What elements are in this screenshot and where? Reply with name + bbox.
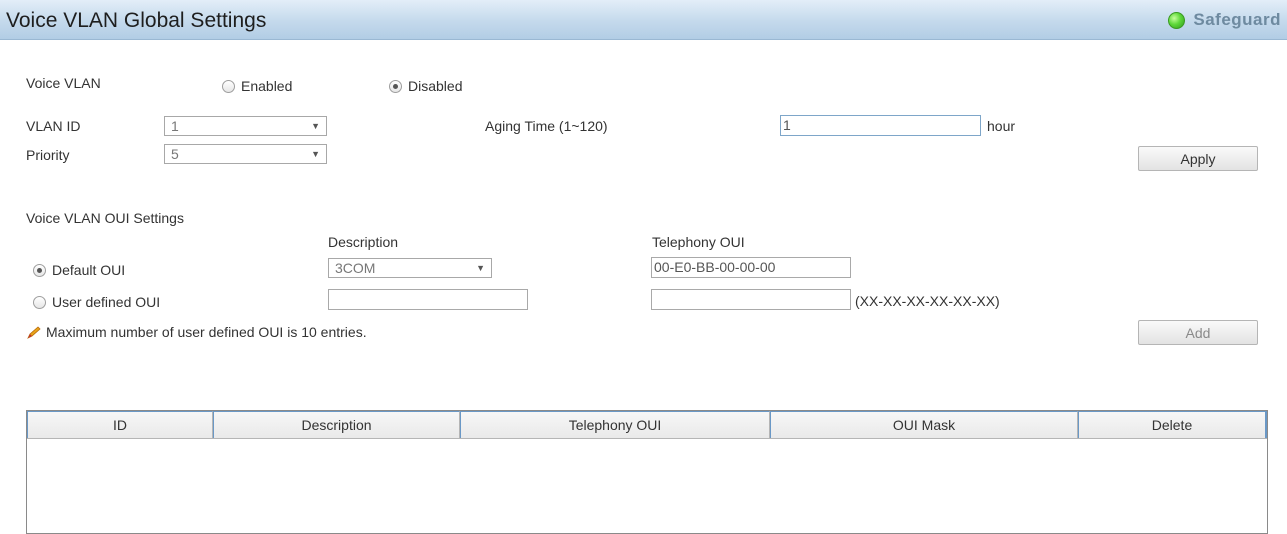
default-description-select[interactable]: 3COM ▼ <box>328 258 492 278</box>
oui-table: ID Description Telephony OUI OUI Mask De… <box>26 410 1268 534</box>
radio-checked-icon <box>33 263 46 277</box>
voice-vlan-enabled-radio[interactable]: Enabled <box>222 78 292 94</box>
aging-unit-label: hour <box>987 118 1016 134</box>
enabled-label: Enabled <box>241 78 293 94</box>
table-body <box>27 439 1267 533</box>
user-defined-oui-radio[interactable]: User defined OUI <box>33 294 160 310</box>
telephony-oui-header: Telephony OUI <box>652 234 745 250</box>
oui-limit-note-text: Maximum number of user defined OUI is 10… <box>46 324 367 340</box>
column-header-description: Description <box>213 411 460 438</box>
safeguard-indicator[interactable]: Safeguard <box>1168 10 1281 30</box>
section-divider <box>33 359 1250 360</box>
voice-vlan-disabled-radio[interactable]: Disabled <box>389 78 462 94</box>
vlan-id-label: VLAN ID <box>26 118 81 134</box>
add-button[interactable]: Add <box>1138 320 1258 345</box>
column-header-id: ID <box>27 411 213 438</box>
vlan-id-value: 1 <box>171 118 179 134</box>
voice-vlan-label: Voice VLAN <box>26 75 101 91</box>
default-description-value: 3COM <box>335 260 376 276</box>
section-divider <box>33 184 1250 185</box>
disabled-label: Disabled <box>408 78 463 94</box>
default-telephony-oui-field[interactable]: 00-E0-BB-00-00-00 <box>651 257 851 278</box>
aging-time-label: Aging Time (1~120) <box>485 118 608 134</box>
priority-select[interactable]: 5 ▼ <box>164 144 327 164</box>
column-header-delete: Delete <box>1078 411 1267 438</box>
safeguard-label: Safeguard <box>1193 10 1281 29</box>
page-title: Voice VLAN Global Settings <box>6 9 267 32</box>
user-telephony-oui-input[interactable] <box>651 289 851 310</box>
oui-format-hint: (XX-XX-XX-XX-XX-XX) <box>855 293 1000 309</box>
oui-section-title: Voice VLAN OUI Settings <box>26 210 184 226</box>
column-header-telephony-oui: Telephony OUI <box>460 411 770 438</box>
chevron-down-icon: ▼ <box>311 149 320 159</box>
description-header: Description <box>328 234 399 250</box>
priority-label: Priority <box>26 147 70 163</box>
pencil-icon <box>27 326 41 340</box>
safeguard-status-icon <box>1168 11 1186 29</box>
radio-unchecked-icon <box>33 295 46 309</box>
default-oui-label: Default OUI <box>52 262 126 278</box>
user-description-input[interactable] <box>328 289 528 310</box>
priority-value: 5 <box>171 146 179 162</box>
column-header-oui-mask: OUI Mask <box>770 411 1078 438</box>
radio-unchecked-icon <box>222 79 235 93</box>
radio-checked-icon <box>389 79 402 93</box>
aging-time-input[interactable]: 1 <box>780 115 981 136</box>
default-oui-radio[interactable]: Default OUI <box>33 262 125 278</box>
chevron-down-icon: ▼ <box>476 263 485 273</box>
apply-button[interactable]: Apply <box>1138 146 1258 171</box>
title-bar: Voice VLAN Global Settings Safeguard <box>0 0 1287 40</box>
user-defined-oui-label: User defined OUI <box>52 294 161 310</box>
chevron-down-icon: ▼ <box>311 121 320 131</box>
table-header-row: ID Description Telephony OUI OUI Mask De… <box>27 411 1267 439</box>
vlan-id-select[interactable]: 1 ▼ <box>164 116 327 136</box>
oui-limit-note: Maximum number of user defined OUI is 10… <box>26 324 367 340</box>
